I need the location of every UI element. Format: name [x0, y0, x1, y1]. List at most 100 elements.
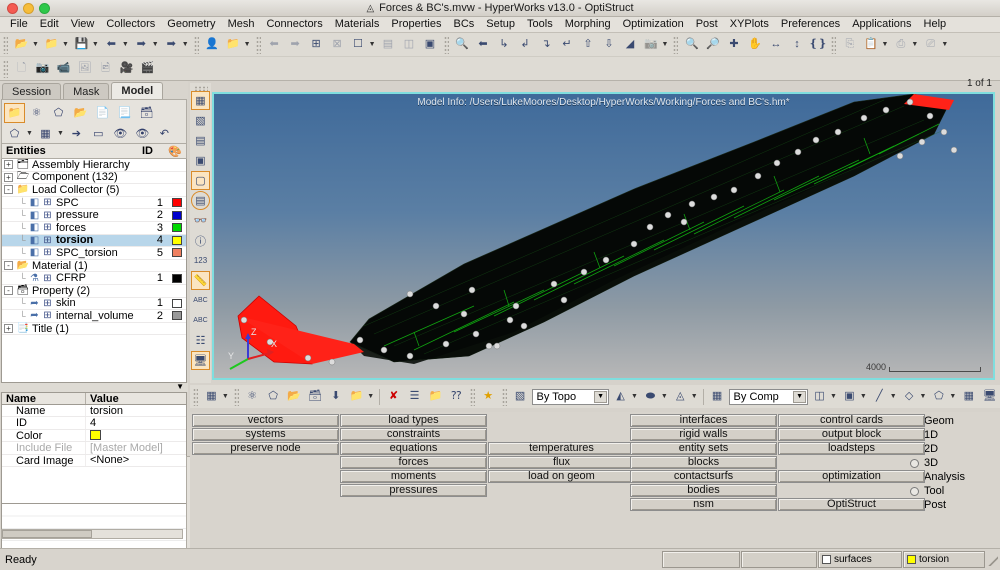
expand-icon[interactable]: +	[4, 172, 13, 182]
vectorcollector-icon[interactable]: 📃	[114, 103, 135, 123]
chevron-down-icon[interactable]: ▼	[793, 390, 807, 403]
chevron-down-icon[interactable]: ▼	[911, 41, 918, 48]
rotate-icon[interactable]: ❴❵	[808, 35, 827, 54]
single-window-icon[interactable]: ☐	[349, 35, 368, 54]
node-labels-icon[interactable]: ABC	[191, 311, 210, 330]
display-icon[interactable]: 🖥	[980, 387, 999, 406]
shaded-elem-icon[interactable]: ⬠	[929, 387, 948, 406]
pan-icon[interactable]: ✋	[745, 35, 764, 54]
shaded-icon[interactable]: ▣	[840, 387, 859, 406]
tree-item[interactable]: └ ◧ ⊞ SPC_torsion 5	[2, 247, 186, 260]
tree-item-color[interactable]	[167, 273, 186, 283]
toolbar-grip[interactable]	[193, 86, 208, 91]
wireframe-elements-icon[interactable]: ▤	[191, 131, 210, 150]
chevron-down-icon[interactable]: ▼	[860, 393, 867, 400]
pointer-icon[interactable]: ➔	[66, 124, 87, 144]
toolbar-grip[interactable]	[673, 35, 679, 54]
select-by-topo-dropdown[interactable]: By Topo ▼	[531, 388, 610, 405]
shaded-elements-icon[interactable]: ▦	[191, 91, 210, 110]
prev-page-icon[interactable]: ⬅	[265, 35, 284, 54]
add-page-icon[interactable]: ⊞	[307, 35, 326, 54]
chevron-down-icon[interactable]: ▼	[92, 41, 99, 48]
reverse-icon[interactable]: ↶	[154, 124, 175, 144]
status-field-1[interactable]	[662, 551, 740, 568]
entity-editor-sort-handle[interactable]: ▼	[0, 383, 188, 392]
chevron-down-icon[interactable]: ▼	[62, 41, 69, 48]
element-labels-icon[interactable]: ABC	[191, 291, 210, 310]
scrollbar-thumb[interactable]	[2, 530, 92, 538]
color-swatch[interactable]	[171, 248, 182, 258]
paste-view-icon[interactable]: 📋	[861, 35, 880, 54]
toolbar-grip[interactable]	[233, 387, 239, 406]
status-field-2[interactable]	[741, 551, 817, 568]
toolbar-grip[interactable]	[255, 35, 261, 54]
chevron-down-icon[interactable]: ▼	[26, 130, 33, 137]
tree-item-color[interactable]	[167, 210, 186, 220]
load-userpage-icon[interactable]: 📁	[224, 35, 243, 54]
menu-post[interactable]: Post	[690, 17, 724, 32]
view-yx-icon[interactable]: ↳	[495, 35, 514, 54]
zoom-window-icon[interactable]: 🔍	[453, 35, 472, 54]
entity-attributes-icon[interactable]: ☷	[191, 331, 210, 350]
chevron-down-icon[interactable]: ▼	[631, 393, 638, 400]
view-zy-icon[interactable]: ↵	[558, 35, 577, 54]
chevron-down-icon[interactable]: ▼	[949, 393, 956, 400]
tree-item[interactable]: + 🗁 Component (132)	[2, 171, 186, 185]
video-capture-icon[interactable]: 📹	[54, 59, 73, 78]
mesh-lines-icon[interactable]: ▤	[191, 191, 210, 210]
select-by-comp-dropdown[interactable]: By Comp ▼	[728, 388, 809, 405]
tree-item[interactable]: └ ◧ ⊞ forces 3	[2, 222, 186, 235]
view-zx-icon[interactable]: ↴	[537, 35, 556, 54]
copy-view-icon[interactable]: ⎘	[840, 35, 859, 54]
tree-item[interactable]: └ ◧ ⊞ torsion 4	[2, 234, 186, 248]
entity-editor-row[interactable]: ID 4	[2, 417, 186, 430]
color-swatch[interactable]	[171, 298, 182, 308]
menu-applications[interactable]: Applications	[846, 17, 917, 32]
radio-tool[interactable]: Tool	[910, 484, 1000, 498]
chevron-down-icon[interactable]: ▼	[920, 393, 927, 400]
show-hide-icon[interactable]: 👁	[110, 124, 131, 144]
chevron-down-icon[interactable]: ▼	[830, 393, 837, 400]
panel-button-systems[interactable]: systems	[192, 428, 339, 441]
tree-item-color[interactable]	[167, 223, 186, 233]
chevron-down-icon[interactable]: ▼	[594, 390, 608, 403]
surface-wire-icon[interactable]: ◬	[671, 387, 690, 406]
tree-horizontal-scrollbar[interactable]	[1, 529, 183, 539]
graphic-view-icon[interactable]: 🖥	[191, 351, 210, 370]
organize-icon[interactable]: ☰	[405, 387, 424, 406]
load-edit-icon[interactable]: 📁	[347, 387, 366, 406]
user-profile-icon[interactable]: 👤	[203, 35, 222, 54]
color-swatch[interactable]	[171, 210, 182, 220]
save-icon[interactable]: 💾	[72, 35, 91, 54]
color-swatch[interactable]	[171, 235, 182, 245]
entity-editor-row-value[interactable]: <None>	[86, 454, 186, 466]
tree-item-color[interactable]	[167, 235, 186, 245]
menu-properties[interactable]: Properties	[385, 17, 447, 32]
expand-icon[interactable]: +	[4, 324, 13, 334]
chevron-down-icon[interactable]: ▼	[941, 41, 948, 48]
menu-morphing[interactable]: Morphing	[559, 17, 617, 32]
shaded-elements-edges-icon[interactable]: ▧	[191, 111, 210, 130]
view-xy-icon[interactable]: ↲	[516, 35, 535, 54]
fit-view-icon[interactable]: ⬅	[474, 35, 493, 54]
node-info-icon[interactable]: ⓘ	[191, 231, 210, 250]
toolbar-grip[interactable]	[193, 35, 199, 54]
menu-bcs[interactable]: BCs	[448, 17, 481, 32]
record-region-icon[interactable]: 🎬	[138, 59, 157, 78]
geom-collector-icon[interactable]: ⬠	[264, 387, 283, 406]
panel-button-output-block[interactable]: output block	[778, 428, 925, 441]
toolbar-grip[interactable]	[501, 387, 507, 406]
sync-window-icon[interactable]: ▣	[421, 35, 440, 54]
chevron-down-icon[interactable]: ▼	[662, 41, 669, 48]
chevron-down-icon[interactable]: ▼	[32, 41, 39, 48]
import-icon[interactable]: 📂	[12, 35, 31, 54]
favorites-icon[interactable]: ★	[479, 387, 498, 406]
surface-shade-icon[interactable]: ◭	[611, 387, 630, 406]
chevron-down-icon[interactable]: ▼	[890, 393, 897, 400]
panel-button-interfaces[interactable]: interfaces	[630, 414, 777, 427]
toolbar-grip[interactable]	[3, 59, 8, 78]
loadcollector-collector-icon[interactable]: 📂	[285, 387, 304, 406]
panel-button-nsm[interactable]: nsm	[630, 498, 777, 511]
panel-button-preserve-node[interactable]: preserve node	[192, 442, 339, 455]
graphics-viewport[interactable]: Model Info: /Users/LukeMoores/Desktop/Hy…	[212, 92, 995, 380]
